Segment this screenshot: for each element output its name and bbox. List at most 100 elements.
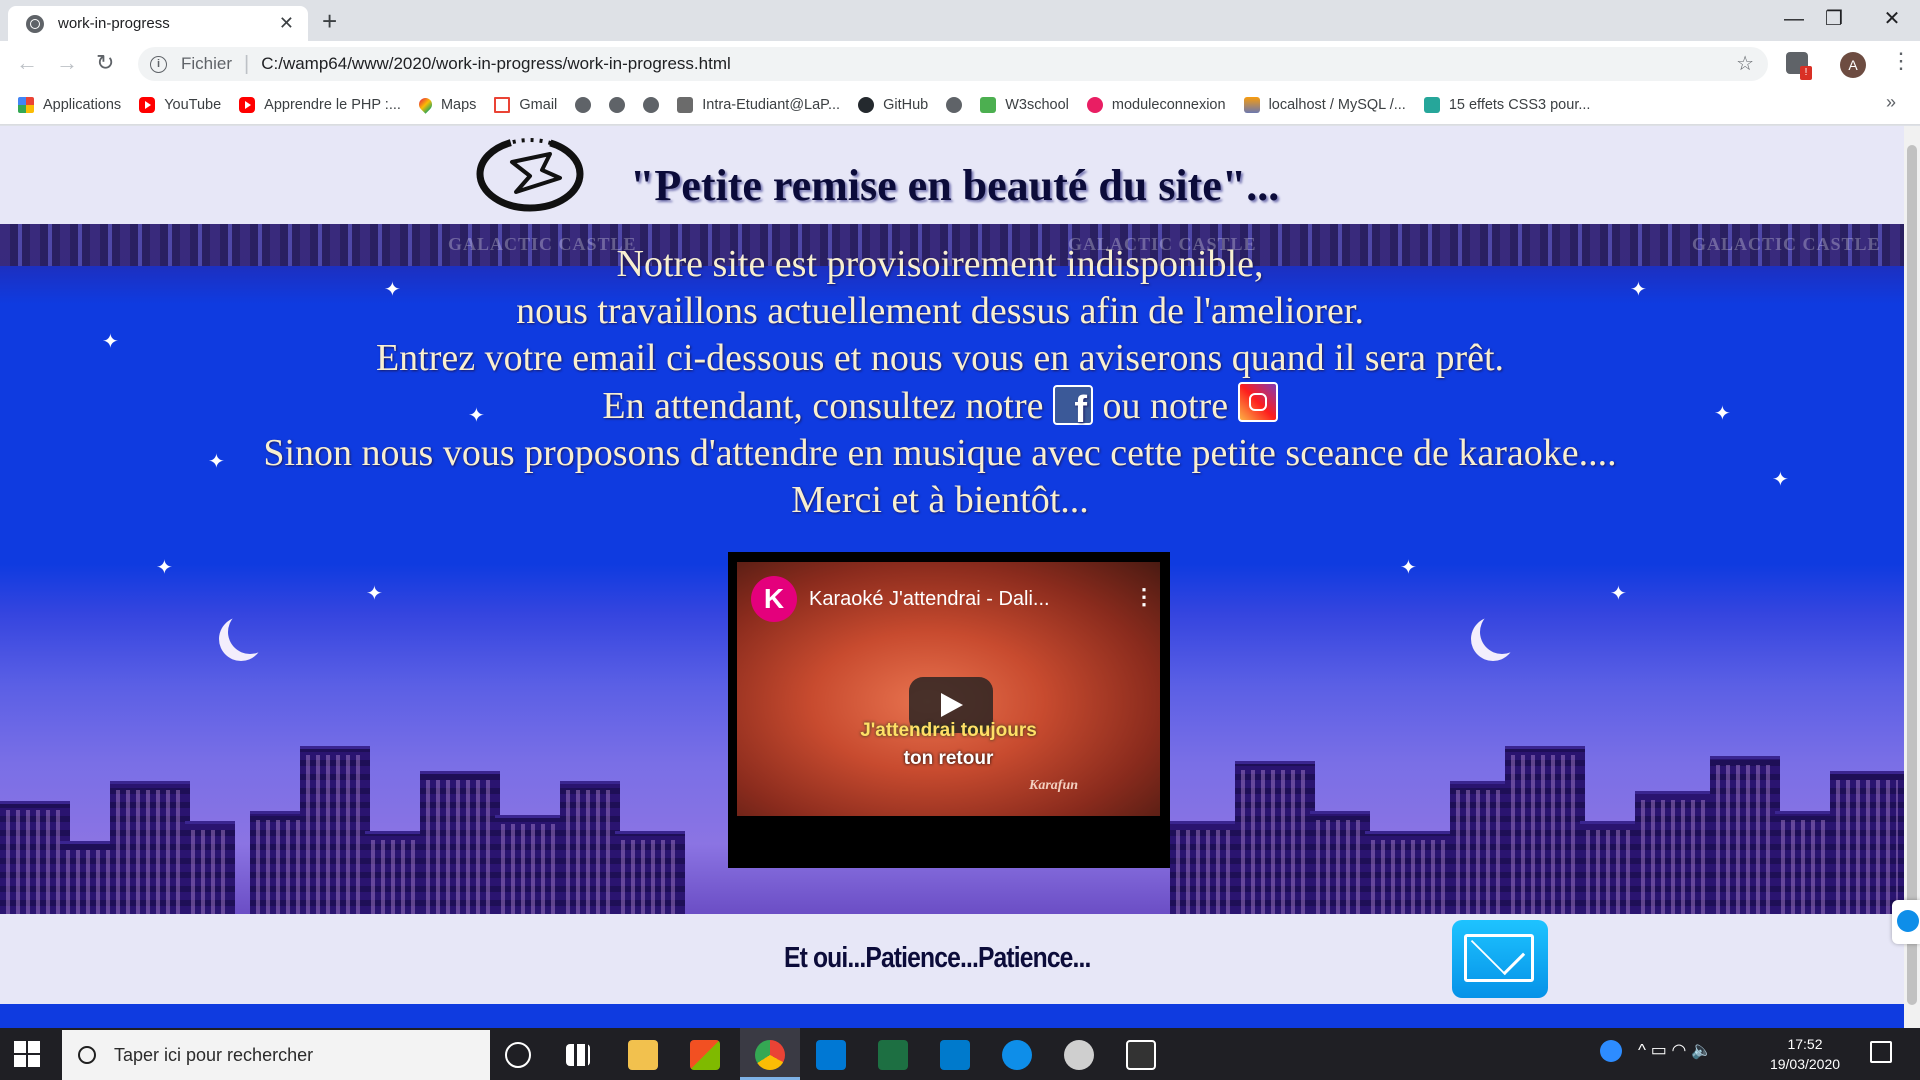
bookmark-label: Applications [43,96,122,113]
star-icon: ✦ [366,583,383,605]
globe-icon [946,96,963,113]
address-url[interactable]: C:/wamp64/www/2020/work-in-progress/work… [261,54,1736,74]
footer-text: Et oui...Patience...Patience... [784,942,1091,974]
bookmark-label: moduleconnexion [1111,96,1226,113]
building [1635,791,1715,914]
chrome-icon[interactable] [755,1040,785,1070]
vscode-icon[interactable] [940,1040,970,1070]
teamviewer-icon[interactable] [1002,1040,1032,1070]
building [110,781,190,914]
profile-avatar[interactable]: A [1840,52,1866,78]
scrollbar-thumb[interactable] [1907,145,1917,1005]
browser-menu-icon[interactable]: ⋮ [1890,48,1912,74]
yt-icon [239,96,256,113]
building [1310,811,1370,914]
photos-icon[interactable] [1126,1040,1156,1070]
globe-icon [609,96,626,113]
tray-icons[interactable]: ^ ▭ ◠ 🔈 [1638,1040,1712,1059]
reload-button[interactable]: ↻ [96,50,114,76]
mail-app-icon[interactable] [816,1040,846,1070]
back-button[interactable]: ← [16,50,38,76]
w3-icon [980,96,997,113]
search-icon [78,1046,96,1064]
task-view-icon[interactable] [566,1044,590,1066]
bookmark-item[interactable]: 15 effets CSS3 pour... [1423,96,1591,113]
cortana-icon[interactable] [505,1042,531,1068]
bookmark-label: YouTube [164,96,222,113]
bookmark-item[interactable]: YouTube [139,96,222,113]
message-text: En attendant, consultez notre [602,385,1044,427]
bookmark-item[interactable]: GitHub [858,96,928,113]
address-bar[interactable]: i Fichier | C:/wamp64/www/2020/work-in-p… [138,47,1768,81]
bookmark-item[interactable]: Applications [18,96,122,113]
bookmark-item[interactable]: W3school [980,96,1069,113]
bookmark-item[interactable]: moduleconnexion [1086,96,1226,113]
bookmark-item[interactable]: Maps [416,95,477,114]
help-icon[interactable] [1600,1040,1622,1062]
video-title[interactable]: Karaoké J'attendrai - Dali... [809,588,1050,611]
building [1830,771,1904,914]
store-icon[interactable] [690,1040,720,1070]
gh-icon [858,96,875,113]
bookmark-item[interactable] [609,96,626,113]
channel-avatar[interactable]: K [751,576,797,622]
maintenance-message: Notre site est provisoirement indisponib… [0,241,1880,524]
video-brand-watermark: Karafun [1029,778,1079,793]
youtube-video-embed[interactable]: K Karaoké J'attendrai - Dali... ⋮ J'atte… [728,552,1170,868]
page-viewport: "Petite remise en beauté du site"... GAL… [0,126,1904,1028]
building [420,771,500,914]
star-icon: ✦ [1400,557,1417,579]
bookmark-item[interactable] [643,96,660,113]
notepad-plus-icon[interactable] [878,1040,908,1070]
taskbar-clock[interactable]: 17:52 19/03/2020 [1760,1034,1850,1074]
clock-time: 17:52 [1787,1036,1823,1052]
maximize-button[interactable]: ❐ [1804,4,1864,34]
footer-bottom-strip [0,1004,1904,1028]
bookmark-item[interactable]: Intra-Etudiant@LaP... [677,96,840,113]
building [495,815,565,914]
bookmark-label: 15 effets CSS3 pour... [1448,96,1591,113]
video-thumbnail[interactable]: K Karaoké J'attendrai - Dali... ⋮ J'atte… [737,562,1160,816]
taskbar-search-input[interactable]: Taper ici pour rechercher [62,1030,490,1080]
notification-center-icon[interactable] [1870,1041,1892,1063]
close-window-button[interactable]: ✕ [1862,4,1920,34]
bookmark-item[interactable]: localhost / MySQL /... [1243,96,1406,113]
message-line: nous travaillons actuellement dessus afi… [516,290,1364,332]
building [1365,831,1455,914]
address-separator: | [244,52,250,75]
close-tab-icon[interactable]: ✕ [279,13,294,34]
pma-icon [1243,96,1260,113]
building [1505,746,1585,914]
info-icon[interactable]: i [150,55,167,73]
message-text: ou notre [1102,385,1229,427]
bookmark-item[interactable]: Gmail [494,96,557,113]
bookmarks-overflow-button[interactable]: » [1886,92,1896,113]
building [1580,821,1640,914]
bookmark-item[interactable] [575,96,592,113]
system-tray[interactable]: ^ ▭ ◠ 🔈 [1600,1040,1712,1062]
bookmark-star-icon[interactable]: ☆ [1736,54,1754,74]
teamviewer-side-widget-icon[interactable] [1892,900,1920,944]
lyric-line: ton retour [903,748,994,769]
forward-button[interactable]: → [56,50,78,76]
facebook-icon[interactable]: f [1053,385,1093,431]
globe-icon [26,14,44,33]
bookmark-item[interactable] [946,96,963,113]
bookmark-item[interactable]: Apprendre le PHP :... [239,96,401,113]
bookmarks-bar: Applications YouTube Apprendre le PHP :...… [0,85,1920,125]
taskbar-search-placeholder: Taper ici pour rechercher [114,1044,314,1065]
mail-icon[interactable] [1452,920,1548,998]
settings-gear-icon[interactable] [1064,1040,1094,1070]
bookmark-label: Maps [440,96,477,113]
new-tab-button[interactable]: + [322,6,337,37]
star-icon: ✦ [1610,583,1627,605]
browser-tab[interactable]: work-in-progress ✕ [8,6,308,41]
intra-icon [677,96,694,113]
instagram-icon[interactable] [1237,382,1278,422]
page-footer: Et oui...Patience...Patience... [0,914,1904,1004]
file-explorer-icon[interactable] [628,1040,658,1070]
lyric-line: J'attendrai toujours [860,720,1037,741]
windows-start-icon[interactable] [14,1041,40,1067]
bookmark-label: W3school [1005,96,1069,113]
video-menu-icon[interactable]: ⋮ [1133,584,1155,610]
